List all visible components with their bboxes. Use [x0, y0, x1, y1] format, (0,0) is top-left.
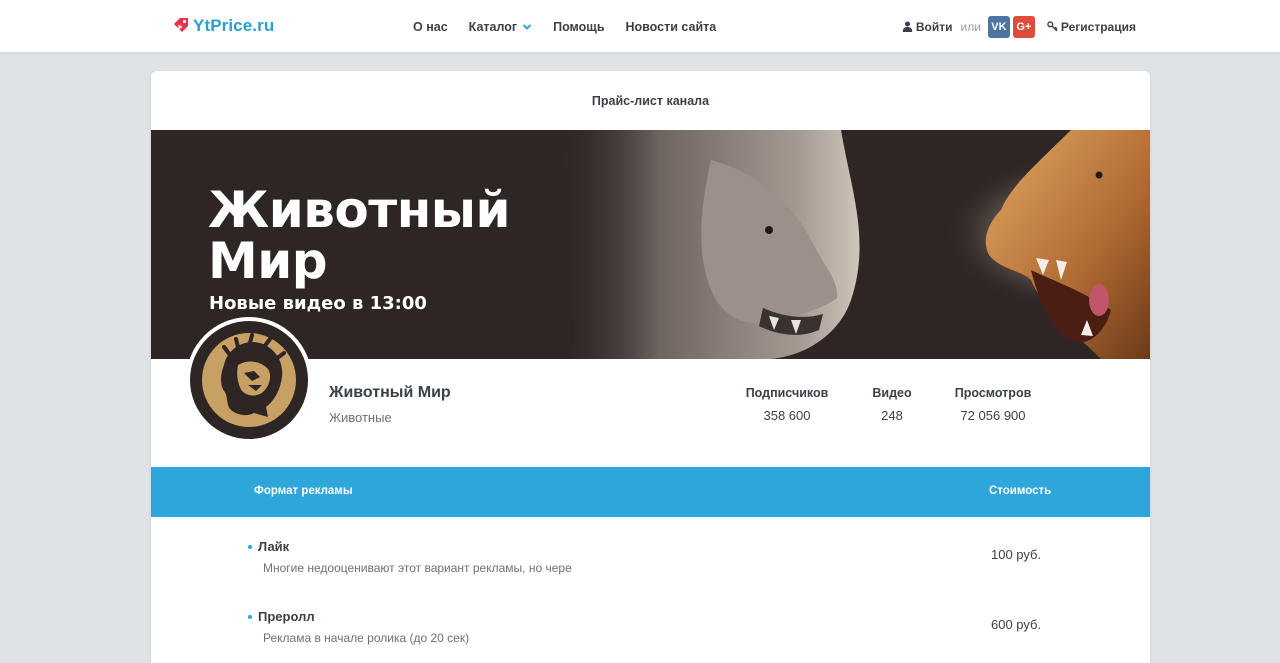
- bullet-icon: [248, 544, 252, 549]
- pricing-row[interactable]: Лайк Многие недооценивают этот вариант р…: [151, 539, 1150, 609]
- stat-videos-value: 248: [881, 408, 903, 423]
- nav-item-help[interactable]: Помощь: [553, 20, 604, 34]
- ad-format-name-text: Лайк: [258, 539, 290, 554]
- ad-format-name-text: Преролл: [258, 609, 315, 624]
- avatar-frame: [190, 321, 308, 439]
- login-label: Войти: [915, 19, 953, 34]
- lion-logo-icon: [202, 333, 296, 427]
- ad-format-description: Многие недооценивают этот вариант реклам…: [263, 561, 572, 575]
- nav-item-news[interactable]: Новости сайта: [626, 20, 717, 34]
- channel-category: Животные: [329, 410, 392, 425]
- stat-subscribers-label: Подписчиков: [745, 386, 829, 400]
- stat-subscribers: Подписчиков 358 600: [745, 386, 829, 423]
- auth-area: Войти или VK G+ Регистрация: [902, 0, 1136, 53]
- pricing-row[interactable]: Преролл Реклама в начале ролика (до 20 с…: [151, 609, 1150, 663]
- stat-videos: Видео 248: [867, 386, 917, 423]
- banner-subtitle: Новые видео в 13:00: [209, 293, 427, 314]
- price-tag-icon: [174, 18, 188, 32]
- user-icon: [902, 21, 913, 32]
- ad-format-price: 100 руб.: [991, 547, 1042, 562]
- lion-illustration: [551, 130, 860, 359]
- pricing-table-header: Формат рекламы Стоимость: [151, 467, 1150, 517]
- channel-name: Животный Мир: [329, 384, 451, 401]
- ad-format-price: 600 руб.: [991, 617, 1042, 632]
- site-logo[interactable]: YtPrice.ru: [172, 14, 274, 38]
- stat-views-value: 72 056 900: [960, 408, 1026, 423]
- banner-title-line-2: Мир: [208, 232, 328, 290]
- ad-format-description: Реклама в начале ролика (до 20 сек): [263, 631, 470, 645]
- main-nav: О нас Каталог Помощь Новости сайта: [413, 0, 737, 53]
- top-navigation-bar: YtPrice.ru О нас Каталог Помощь Новости …: [0, 0, 1280, 53]
- stat-subscribers-value: 358 600: [763, 408, 811, 423]
- stat-videos-label: Видео: [872, 386, 912, 400]
- nav-item-about[interactable]: О нас: [413, 20, 448, 34]
- banner-title: Животный Мир: [208, 181, 511, 290]
- nav-item-catalog[interactable]: Каталог: [469, 20, 532, 34]
- price-list-card: Прайс-лист канала Животный Мир Новые вид…: [151, 71, 1150, 663]
- chevron-down-icon: [522, 23, 532, 30]
- column-header-price: Стоимость: [989, 485, 1052, 497]
- column-header-format: Формат рекламы: [254, 485, 353, 497]
- banner-title-line-1: Животный: [208, 181, 511, 239]
- google-plus-login-button[interactable]: G+: [1012, 15, 1035, 38]
- stat-views-label: Просмотров: [954, 386, 1032, 400]
- logo-text: YtPrice.ru: [193, 16, 275, 35]
- nav-item-catalog-label: Каталог: [468, 19, 518, 34]
- ad-format-name: Лайк: [248, 539, 289, 554]
- or-text: или: [960, 19, 981, 34]
- bullet-icon: [248, 614, 252, 619]
- card-title: Прайс-лист канала: [591, 93, 710, 108]
- channel-avatar: [186, 317, 312, 443]
- ad-format-name: Преролл: [248, 609, 315, 624]
- key-icon: [1047, 21, 1058, 32]
- stat-views: Просмотров 72 056 900: [950, 386, 1036, 423]
- register-label: Регистрация: [1060, 19, 1136, 34]
- vk-login-button[interactable]: VK: [987, 15, 1010, 38]
- login-link[interactable]: Войти: [902, 20, 953, 34]
- register-link[interactable]: Регистрация: [1047, 20, 1136, 34]
